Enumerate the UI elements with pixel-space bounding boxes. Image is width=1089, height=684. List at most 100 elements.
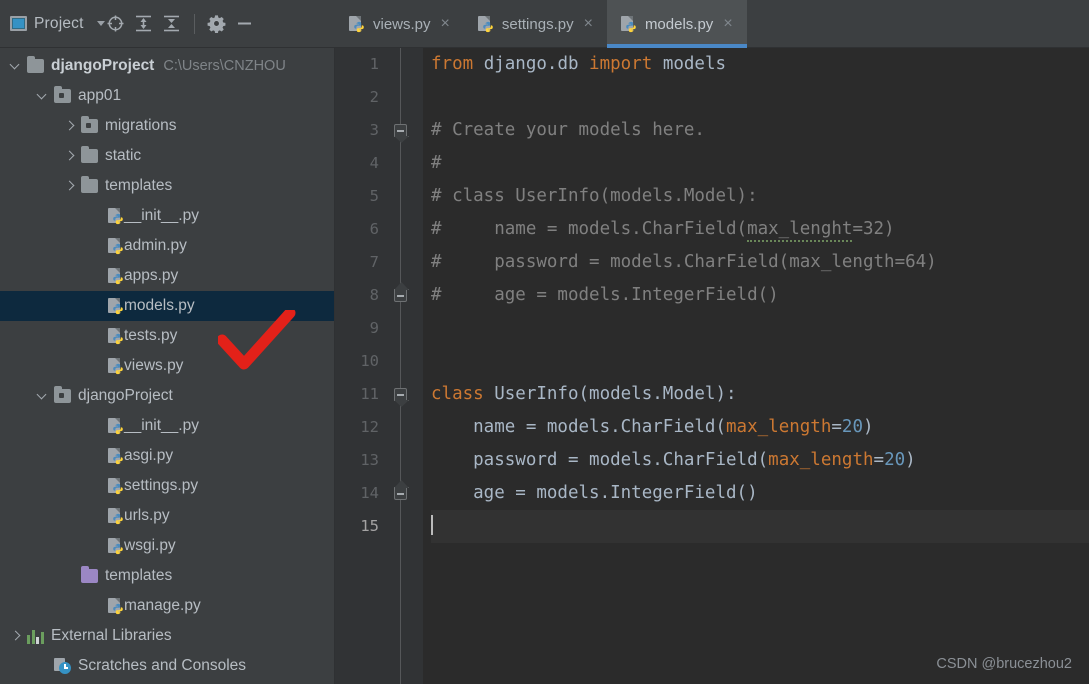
select-opened-file-button[interactable]: [103, 11, 129, 37]
tree-item-scratches-and-consoles[interactable]: Scratches and Consoles: [0, 651, 334, 681]
tree-item-templates[interactable]: templates: [0, 171, 334, 201]
tree-item-static[interactable]: static: [0, 141, 334, 171]
editor-tab-settings[interactable]: settings.py ×: [464, 0, 607, 48]
code-line[interactable]: password = models.CharField(max_length=2…: [431, 444, 1089, 477]
tree-item-settings-py[interactable]: settings.py: [0, 471, 334, 501]
tree-item-wsgi-py[interactable]: wsgi.py: [0, 531, 334, 561]
code-line[interactable]: #: [431, 147, 1089, 180]
chevron-right-icon[interactable]: [64, 121, 75, 132]
project-tree[interactable]: djangoProject C:\Users\CNZHOU app01 migrati…: [0, 48, 335, 684]
editor-tab-models[interactable]: models.py ×: [606, 0, 747, 48]
code-line[interactable]: from django.db import models: [431, 48, 1089, 81]
code-line[interactable]: age = models.IntegerField(): [431, 477, 1089, 510]
tree-item-label: External Libraries: [51, 627, 172, 644]
chevron-right-icon[interactable]: [64, 181, 75, 192]
chevron-right-icon[interactable]: [64, 151, 75, 162]
tree-item-label: admin.py: [124, 237, 187, 254]
tree-item-admin-py[interactable]: admin.py: [0, 231, 334, 261]
code-line[interactable]: name = models.CharField(max_length=20): [431, 411, 1089, 444]
project-tool-window-button[interactable]: Project: [10, 15, 84, 33]
code-line[interactable]: class UserInfo(models.Model):: [431, 378, 1089, 411]
code-token: # class UserInfo(models.Model):: [431, 186, 758, 206]
code-editor[interactable]: 1 2 3 4 5 6 7 8 9 10 11 12 13 14 15 from django.db imp…: [335, 48, 1089, 684]
tree-item-label: apps.py: [124, 267, 179, 284]
settings-button[interactable]: [204, 11, 230, 37]
line-number: 7: [369, 253, 379, 271]
close-icon[interactable]: ×: [439, 16, 452, 32]
folder-icon: [81, 176, 98, 193]
code-content[interactable]: from django.db import models # Create yo…: [423, 48, 1089, 684]
code-fold-top-marker[interactable]: [394, 388, 407, 401]
tree-item-manage-py[interactable]: manage.py: [0, 591, 334, 621]
tree-item-label: __init__.py: [124, 417, 199, 434]
code-line[interactable]: # age = models.IntegerField(): [431, 279, 1089, 312]
code-line[interactable]: # Create your models here.: [431, 114, 1089, 147]
hide-panel-button[interactable]: [232, 11, 258, 37]
tree-item-urls-py[interactable]: urls.py: [0, 501, 334, 531]
tree-item-label: migrations: [105, 117, 177, 134]
python-file-icon: [108, 537, 124, 555]
tree-item-external-libraries[interactable]: External Libraries: [0, 621, 334, 651]
code-fold-top-marker[interactable]: [394, 124, 407, 137]
tree-item-templates[interactable]: templates: [0, 561, 334, 591]
python-file-icon: [108, 477, 124, 495]
code-token: ): [905, 450, 916, 470]
tree-item-djangoproject[interactable]: djangoProject C:\Users\CNZHOU: [0, 51, 334, 81]
tree-item-apps-py[interactable]: apps.py: [0, 261, 334, 291]
tree-item-init-py[interactable]: __init__.py: [0, 201, 334, 231]
code-line[interactable]: # class UserInfo(models.Model):: [431, 180, 1089, 213]
code-line[interactable]: # password = models.CharField(max_length…: [431, 246, 1089, 279]
tree-item-label: app01: [78, 87, 122, 104]
tree-item-views-py[interactable]: views.py: [0, 351, 334, 381]
project-panel-title: Project: [34, 14, 84, 32]
chevron-down-icon[interactable]: [37, 391, 48, 402]
code-token: 20: [884, 450, 906, 470]
code-line[interactable]: [431, 81, 1089, 114]
tree-item-label: djangoProject: [78, 387, 173, 404]
expand-all-button[interactable]: [131, 11, 157, 37]
line-number-gutter[interactable]: 1 2 3 4 5 6 7 8 9 10 11 12 13 14 15: [335, 48, 423, 684]
tree-item-init-py[interactable]: __init__.py: [0, 411, 334, 441]
tree-item-djangoproject[interactable]: djangoProject: [0, 381, 334, 411]
code-line[interactable]: [431, 312, 1089, 345]
tree-item-label: __init__.py: [124, 207, 199, 224]
tree-item-app01[interactable]: app01: [0, 81, 334, 111]
chevron-down-icon[interactable]: [37, 91, 48, 102]
code-token: =: [831, 417, 842, 437]
chevron-down-icon[interactable]: [10, 61, 21, 72]
python-file-icon: [108, 297, 124, 315]
close-icon[interactable]: ×: [582, 16, 595, 32]
chevron-right-icon[interactable]: [10, 631, 21, 642]
collapse-all-icon: [164, 15, 180, 32]
code-fold-bot-marker[interactable]: [394, 487, 407, 500]
code-token: # Create your models here.: [431, 120, 705, 140]
editor-tab-views[interactable]: views.py ×: [335, 0, 464, 48]
code-line[interactable]: [431, 510, 1089, 543]
tree-item-tests-py[interactable]: tests.py: [0, 321, 334, 351]
line-number: 12: [360, 418, 379, 436]
line-number: 11: [360, 385, 379, 403]
scratches-icon: [54, 658, 71, 674]
line-number: 5: [369, 187, 379, 205]
tree-item-asgi-py[interactable]: asgi.py: [0, 441, 334, 471]
tree-item-migrations[interactable]: migrations: [0, 111, 334, 141]
close-icon[interactable]: ×: [721, 16, 734, 32]
collapse-all-button[interactable]: [159, 11, 185, 37]
tree-item-models-py[interactable]: models.py: [0, 291, 334, 321]
code-line[interactable]: # name = models.CharField(max_lenght=32): [431, 213, 1089, 246]
code-fold-bot-marker[interactable]: [394, 289, 407, 302]
code-line[interactable]: [431, 345, 1089, 378]
tree-item-label: tests.py: [124, 327, 178, 344]
python-file-icon: [108, 447, 124, 465]
project-root-path: C:\Users\CNZHOU: [163, 58, 286, 74]
line-number: 13: [360, 451, 379, 469]
code-token: #: [431, 153, 442, 173]
folder-icon: [81, 146, 98, 163]
tab-label: models.py: [644, 15, 714, 33]
tree-item-label: templates: [105, 177, 173, 194]
